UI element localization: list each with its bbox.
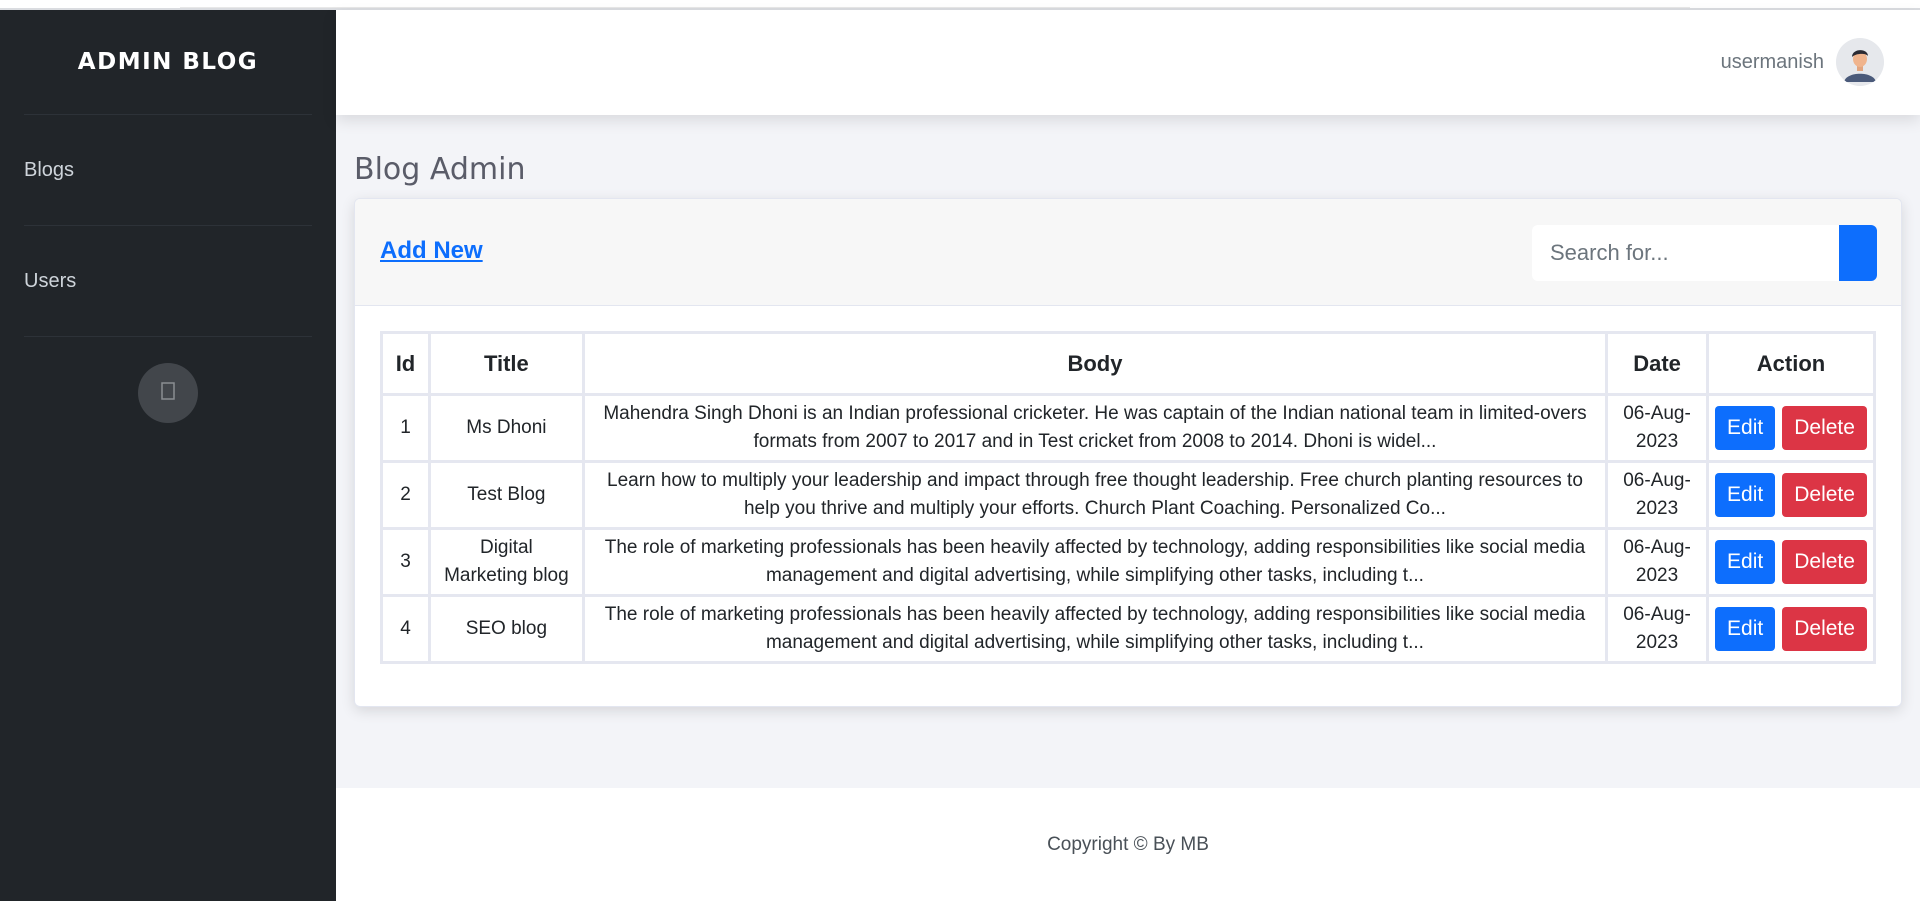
cell-title: Ms Dhoni [427,393,585,463]
table-header-row: Id Title Body Date Action [380,331,1877,396]
edit-button[interactable]: Edit [1715,607,1776,651]
delete-button[interactable]: Delete [1782,607,1867,651]
table-row: 4 SEO blog The role of marketing profess… [380,594,1877,664]
cell-action: Edit Delete [1705,594,1877,664]
cell-action: Edit Delete [1705,527,1877,597]
username: usermanish [1720,50,1824,73]
cell-body: The role of marketing professionals has … [581,527,1609,597]
search-input[interactable] [1532,225,1839,281]
card-header: Add New [355,199,1901,306]
footer: Copyright © By MB [336,788,1920,901]
cell-id: 2 [380,460,431,530]
user-avatar-icon [1836,38,1884,86]
delete-button[interactable]: Delete [1782,406,1867,450]
cell-id: 3 [380,527,431,597]
sidebar-item-label: Users [24,269,77,292]
header-id: Id [380,331,431,396]
header-date: Date [1605,331,1709,396]
cell-title: SEO blog [427,594,585,664]
cell-action: Edit Delete [1705,460,1877,530]
sidebar-item-label: Blogs [24,158,75,181]
edit-button[interactable]: Edit [1715,540,1776,584]
blogs-table: Id Title Body Date Action 1 Ms Dhoni Mah… [380,331,1877,664]
cell-body: Learn how to multiply your leadership an… [581,460,1609,530]
cell-title: Digital Marketing blog [427,527,585,597]
table-row: 1 Ms Dhoni Mahendra Singh Dhoni is an In… [380,393,1877,463]
add-new-link[interactable]: Add New [380,237,483,265]
edit-button[interactable]: Edit [1715,406,1776,450]
cell-id: 4 [380,594,431,664]
page-title: Blog Admin [354,152,526,187]
topbar: usermanish [336,10,1920,115]
cell-date: 06-Aug-2023 [1605,527,1709,597]
header-title: Title [427,331,585,396]
browser-top-strip [0,0,1920,10]
cell-date: 06-Aug-2023 [1605,460,1709,530]
delete-button[interactable]: Delete [1782,540,1867,584]
cell-date: 06-Aug-2023 [1605,393,1709,463]
sidebar-item-blogs[interactable]: Blogs [24,115,312,226]
table-row: 2 Test Blog Learn how to multiply your l… [380,460,1877,530]
cell-action: Edit Delete [1705,393,1877,463]
user-menu[interactable]: usermanish [1721,38,1884,86]
top-strip-line [180,0,1690,8]
cell-date: 06-Aug-2023 [1605,594,1709,664]
brand-title[interactable]: ADMIN BLOG [24,10,312,115]
sidebar: ADMIN BLOG Blogs Users [0,10,336,901]
cell-id: 1 [380,393,431,463]
header-action: Action [1705,331,1877,396]
cell-title: Test Blog [427,460,585,530]
table-row: 3 Digital Marketing blog The role of mar… [380,527,1877,597]
blog-card: Add New Id Title Body Date Action [354,198,1902,707]
delete-button[interactable]: Delete [1782,473,1867,517]
header-body: Body [581,331,1609,396]
cell-body: Mahendra Singh Dhoni is an Indian profes… [581,393,1609,463]
cell-body: The role of marketing professionals has … [581,594,1609,664]
search-group [1532,225,1877,281]
sidebar-item-users[interactable]: Users [24,226,312,337]
copyright-text: Copyright © By MB [1047,833,1209,855]
edit-button[interactable]: Edit [1715,473,1776,517]
sidebar-toggle-button[interactable] [138,363,198,423]
search-button[interactable] [1839,225,1877,281]
chevron-left-icon [161,381,175,405]
